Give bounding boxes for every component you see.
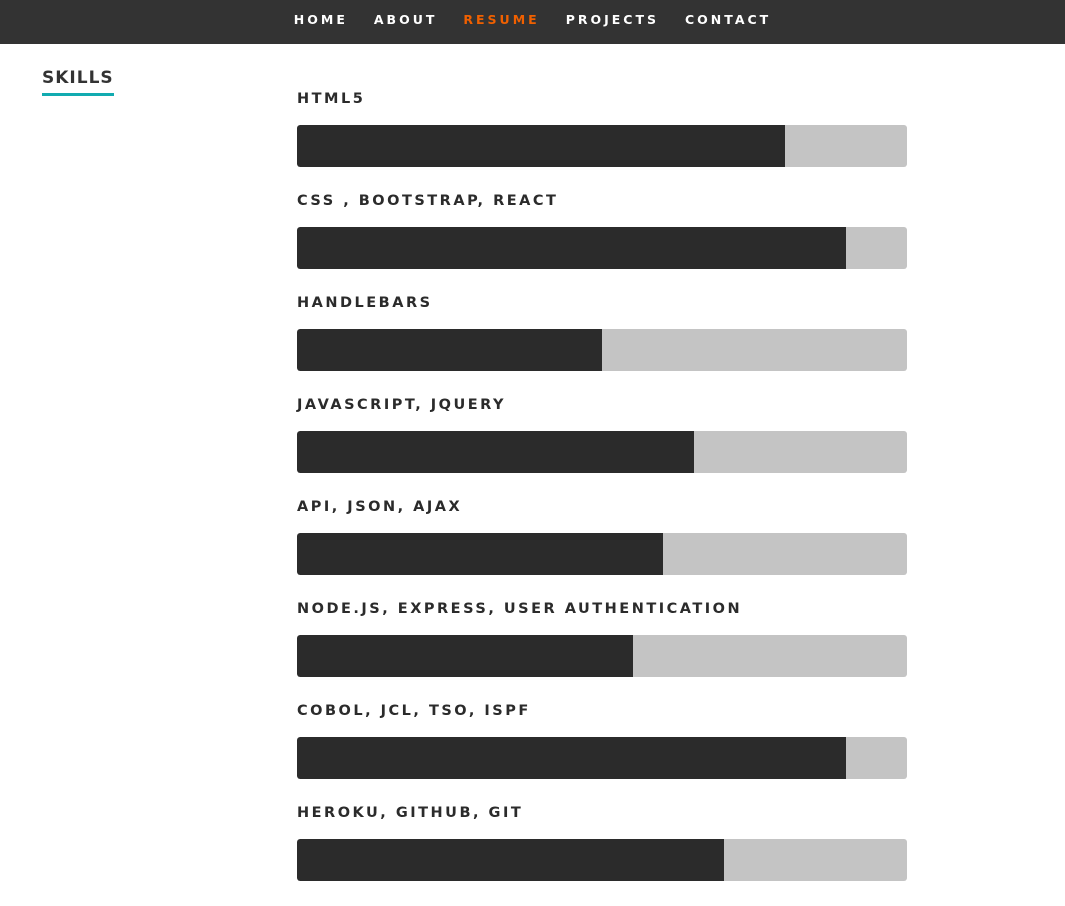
skill-label: HEROKU, GITHUB, GIT: [297, 805, 524, 821]
skill-label: API, JSON, AJAX: [297, 499, 463, 515]
skill-bar-track: [297, 431, 907, 473]
skill-bar-fill: [297, 431, 694, 473]
skill-bar-fill: [297, 329, 602, 371]
skill-bar-track: [297, 737, 907, 779]
top-navigation: HOME ABOUT RESUME PROJECTS CONTACT: [0, 0, 1065, 44]
skill-item: HANDLEBARS: [297, 294, 907, 396]
skill-label: JAVASCRIPT, JQUERY: [297, 397, 507, 413]
skill-bar-track: [297, 329, 907, 371]
nav-item-projects[interactable]: PROJECTS: [566, 13, 659, 27]
skill-bar-fill: [297, 737, 846, 779]
skill-label: NODE.JS, EXPRESS, USER AUTHENTICATION: [297, 601, 743, 617]
nav-menu: HOME ABOUT RESUME PROJECTS CONTACT: [294, 13, 771, 27]
skill-item: HTML5: [297, 90, 907, 192]
skill-bar-fill: [297, 533, 663, 575]
skill-bar-track: [297, 125, 907, 167]
skill-bar-fill: [297, 635, 633, 677]
nav-item-about[interactable]: ABOUT: [374, 13, 438, 27]
skill-bar-fill: [297, 125, 785, 167]
skill-label: CSS , BOOTSTRAP, REACT: [297, 193, 559, 209]
nav-item-resume[interactable]: RESUME: [463, 13, 539, 27]
skill-item: API, JSON, AJAX: [297, 498, 907, 600]
nav-item-home[interactable]: HOME: [294, 13, 348, 27]
skills-list: HTML5 CSS , BOOTSTRAP, REACT HANDLEBARS …: [297, 90, 907, 906]
skill-label: HANDLEBARS: [297, 295, 433, 311]
skill-item: JAVASCRIPT, JQUERY: [297, 396, 907, 498]
nav-item-contact[interactable]: CONTACT: [685, 13, 771, 27]
skill-bar-fill: [297, 839, 724, 881]
skill-label: COBOL, JCL, TSO, ISPF: [297, 703, 531, 719]
skill-bar-track: [297, 635, 907, 677]
skill-bar-track: [297, 839, 907, 881]
skill-item: NODE.JS, EXPRESS, USER AUTHENTICATION: [297, 600, 907, 702]
section-title-skills: SKILLS: [42, 68, 114, 96]
skill-label: HTML5: [297, 91, 366, 107]
skill-item: COBOL, JCL, TSO, ISPF: [297, 702, 907, 804]
skill-bar-track: [297, 227, 907, 269]
skill-bar-fill: [297, 227, 846, 269]
skill-bar-track: [297, 533, 907, 575]
skill-item: CSS , BOOTSTRAP, REACT: [297, 192, 907, 294]
skill-item: HEROKU, GITHUB, GIT: [297, 804, 907, 906]
